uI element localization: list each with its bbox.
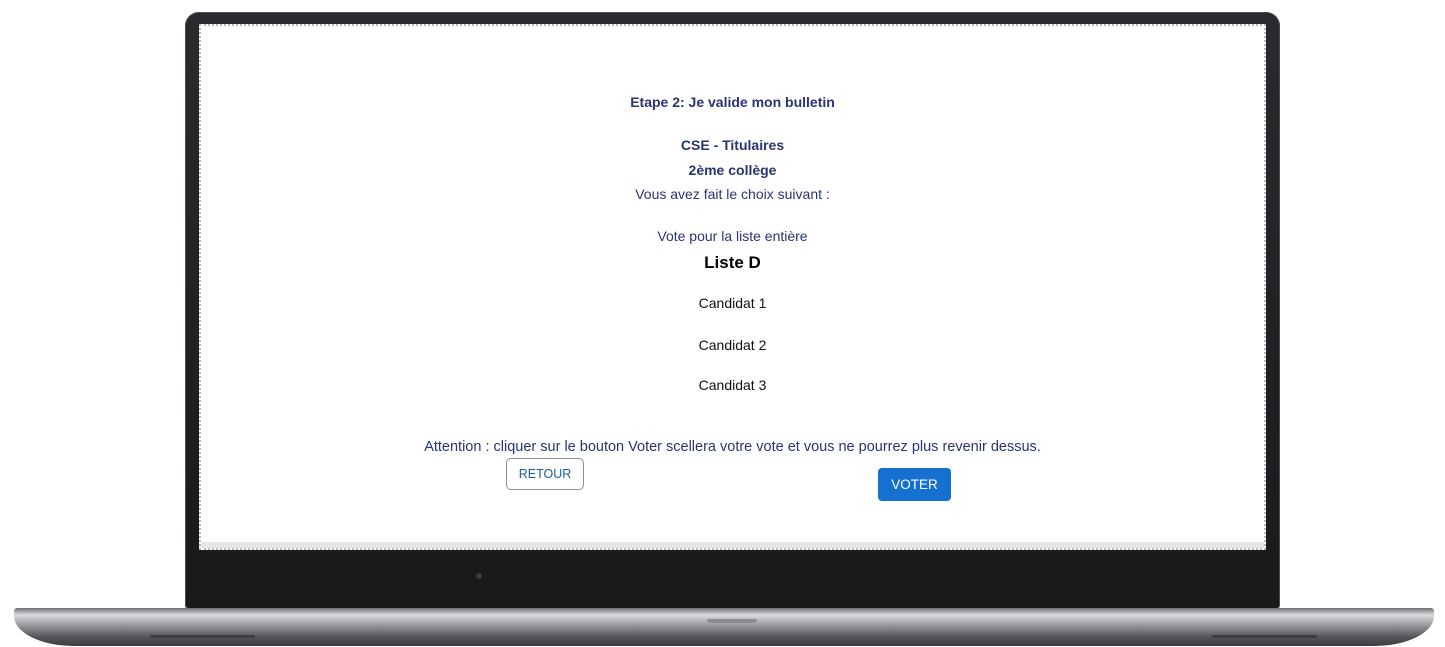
laptop-foot — [1212, 635, 1317, 638]
back-button[interactable]: RETOUR — [506, 458, 584, 490]
choice-intro: Vous avez fait le choix suivant : — [635, 186, 830, 202]
laptop-foot — [150, 635, 255, 638]
list-name: Liste D — [704, 253, 761, 272]
candidate-item: Candidat 3 — [698, 377, 767, 393]
laptop-base — [14, 608, 1434, 646]
step-title: Etape 2: Je valide mon bulletin — [630, 94, 835, 110]
college-label: 2ème collège — [688, 162, 777, 178]
vote-type: Vote pour la liste entière — [657, 228, 808, 244]
election-name: CSE - Titulaires — [680, 137, 785, 153]
laptop-notch — [707, 619, 757, 623]
candidate-item: Candidat 1 — [698, 295, 767, 311]
candidate-item: Candidat 2 — [698, 337, 767, 353]
vote-button[interactable]: VOTER — [878, 468, 951, 501]
laptop-screen: Etape 2: Je valide mon bulletin CSE - Ti… — [199, 24, 1266, 550]
webcam-dot — [476, 573, 482, 579]
warning-message: Attention : cliquer sur le bouton Voter … — [424, 439, 1041, 455]
screen-bottom-strip — [201, 542, 1264, 548]
